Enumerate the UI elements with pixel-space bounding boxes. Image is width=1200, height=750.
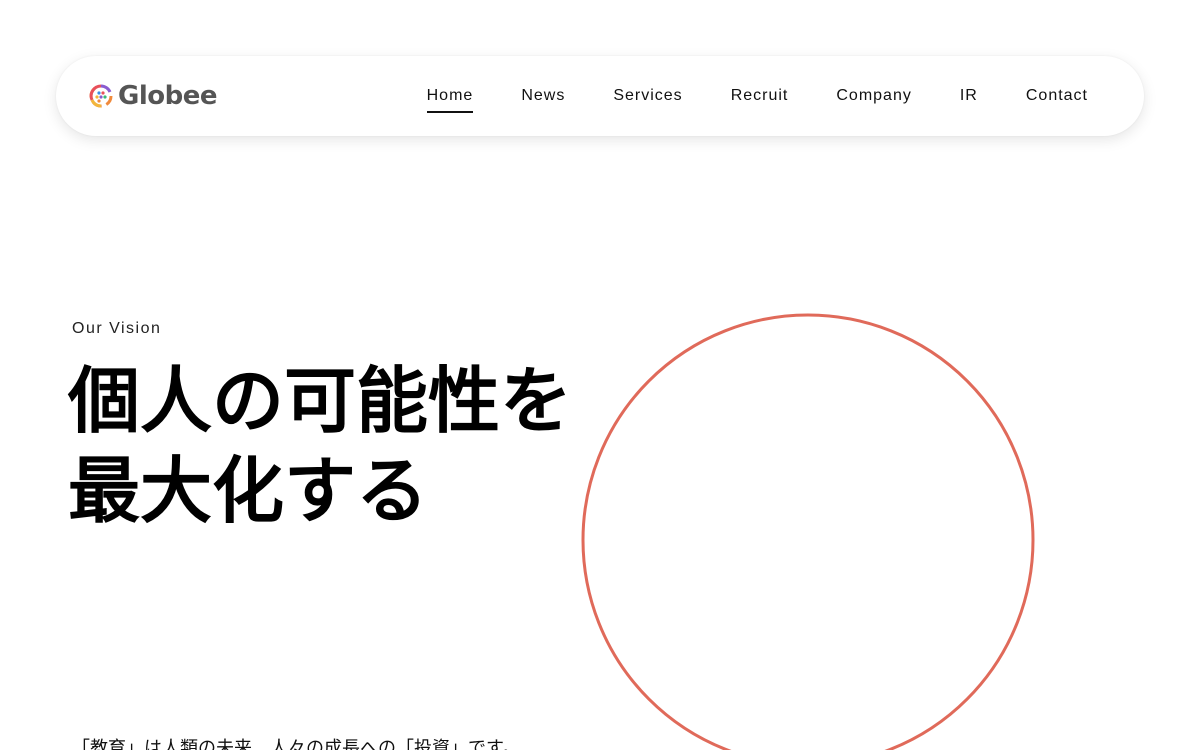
nav-item-home[interactable]: Home [426, 83, 474, 113]
hero-headline: 個人の可能性を 最大化する [68, 356, 572, 536]
nav-item-news[interactable]: News [521, 83, 565, 109]
nav-item-services[interactable]: Services [613, 83, 682, 109]
logo-link[interactable]: Globee [88, 80, 218, 112]
nav-item-contact[interactable]: Contact [1026, 83, 1088, 109]
main-nav: Home News Services Recruit Company IR Co… [426, 56, 1088, 136]
nav-item-company[interactable]: Company [836, 83, 911, 109]
section-eyebrow: Our Vision [72, 320, 162, 337]
globee-logo-icon [88, 83, 114, 109]
hero-headline-line-1: 個人の可能性を [68, 359, 573, 443]
logo-text: Globee [118, 81, 218, 111]
hero-body-text: 「教育」は人類の未来、人々の成長への「投資」です。 [72, 738, 521, 750]
nav-item-recruit[interactable]: Recruit [731, 83, 789, 109]
accent-ring [581, 313, 1035, 750]
page: Globee Home News Services Recruit Compan… [0, 0, 1200, 750]
decorative-circle [578, 310, 1038, 750]
site-header: Globee Home News Services Recruit Compan… [56, 56, 1144, 136]
hero-headline-line-2: 最大化する [68, 449, 429, 533]
nav-item-ir[interactable]: IR [960, 83, 978, 109]
